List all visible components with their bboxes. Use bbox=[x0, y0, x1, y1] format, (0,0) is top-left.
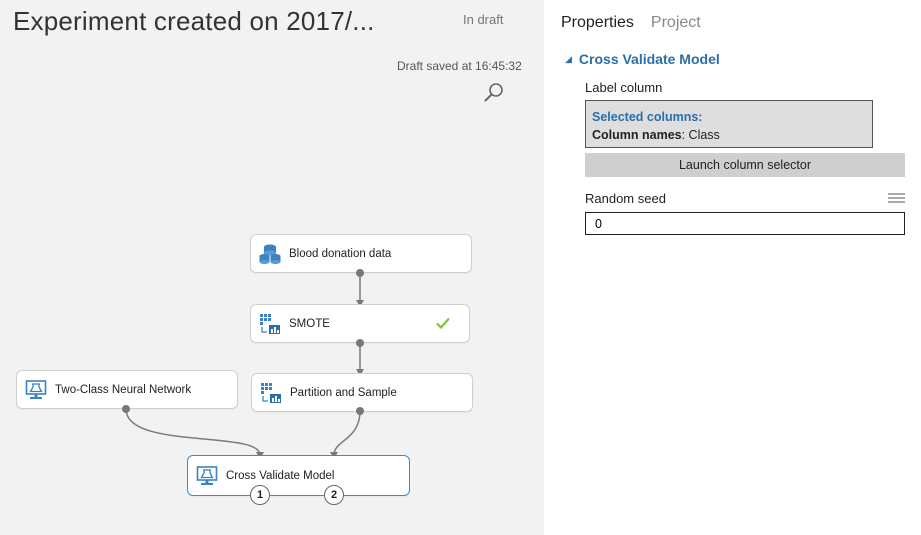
menu-icon[interactable] bbox=[888, 193, 905, 206]
module-label: Two-Class Neural Network bbox=[55, 383, 192, 396]
section-header-cross-validate-model[interactable]: ◢ Cross Validate Model bbox=[565, 51, 720, 67]
properties-panel: Properties Project ◢ Cross Validate Mode… bbox=[544, 0, 921, 535]
check-icon bbox=[435, 315, 451, 331]
label-column-label: Label column bbox=[585, 80, 663, 95]
output-port[interactable] bbox=[356, 269, 364, 277]
output-port[interactable] bbox=[356, 339, 364, 347]
module-cross-validate-model[interactable]: Cross Validate Model bbox=[187, 455, 410, 496]
input-port-2[interactable]: 2 bbox=[324, 485, 344, 505]
column-names-line: Column names: Class bbox=[592, 126, 866, 144]
transform-module-icon bbox=[259, 313, 281, 335]
section-title: Cross Validate Model bbox=[578, 51, 720, 67]
dataset-icon bbox=[259, 243, 281, 265]
column-names-value: : Class bbox=[681, 128, 720, 142]
module-label: Partition and Sample bbox=[290, 386, 397, 399]
output-port[interactable] bbox=[122, 405, 130, 413]
random-seed-input[interactable] bbox=[585, 212, 905, 235]
model-monitor-icon bbox=[25, 379, 47, 401]
transform-module-icon bbox=[260, 382, 282, 404]
module-label: Blood donation data bbox=[289, 247, 392, 260]
panel-tabs: Properties Project bbox=[561, 14, 701, 32]
module-smote[interactable]: SMOTE bbox=[250, 304, 470, 343]
module-label: SMOTE bbox=[289, 317, 330, 330]
column-names-label: Column names bbox=[592, 128, 682, 142]
connector-nn-to-cv bbox=[125, 408, 261, 456]
module-two-class-neural-network[interactable]: Two-Class Neural Network bbox=[16, 370, 238, 409]
output-port[interactable] bbox=[356, 407, 364, 415]
module-blood-donation-data[interactable]: Blood donation data bbox=[250, 234, 472, 273]
selected-columns-box: Selected columns: Column names: Class bbox=[585, 100, 873, 148]
module-partition-and-sample[interactable]: Partition and Sample bbox=[251, 373, 473, 412]
input-port-1[interactable]: 1 bbox=[250, 485, 270, 505]
model-monitor-icon bbox=[196, 465, 218, 487]
random-seed-label: Random seed bbox=[585, 191, 666, 206]
tab-project[interactable]: Project bbox=[651, 14, 701, 32]
experiment-canvas[interactable]: Experiment created on 2017/... In draft … bbox=[0, 0, 544, 535]
connector-partition-to-cv bbox=[333, 410, 361, 456]
launch-column-selector-button[interactable]: Launch column selector bbox=[585, 153, 905, 177]
collapse-triangle-icon[interactable]: ◢ bbox=[565, 54, 572, 65]
tab-properties[interactable]: Properties bbox=[561, 14, 634, 32]
selected-columns-title: Selected columns: bbox=[592, 110, 703, 124]
module-label: Cross Validate Model bbox=[226, 469, 335, 482]
